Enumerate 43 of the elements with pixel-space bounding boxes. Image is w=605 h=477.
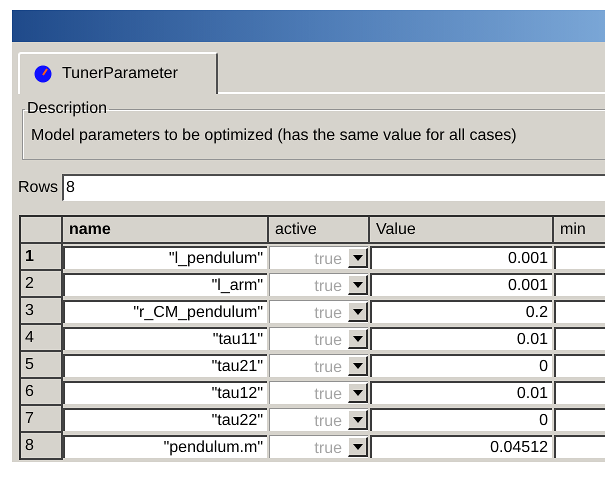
tab[interactable]: TunerParameter	[18, 52, 218, 94]
table-cell[interactable]: "tau12"	[63, 381, 267, 404]
caret-icon	[352, 390, 362, 396]
caret-icon	[352, 444, 362, 450]
rows-field[interactable]: 8	[62, 174, 605, 201]
table-cell[interactable]: 0.01	[370, 327, 552, 350]
column-header[interactable]: min	[554, 217, 605, 244]
table-cell[interactable]: 0.2	[370, 300, 552, 323]
table-cell[interactable]	[554, 327, 605, 350]
table-cell[interactable]: 0	[370, 408, 552, 431]
header-corner	[21, 217, 63, 244]
caret-icon	[352, 282, 362, 288]
group-legend: Description	[25, 100, 110, 118]
caret-icon	[352, 336, 362, 342]
table-cell[interactable]	[554, 246, 605, 269]
column-header[interactable]: name	[63, 217, 269, 244]
rows-label: Rows	[18, 178, 58, 196]
gauge-icon	[34, 65, 52, 83]
table-cell[interactable]	[554, 354, 605, 377]
table-cell[interactable]: 0	[370, 354, 552, 377]
caret-icon	[352, 416, 362, 422]
table-cell[interactable]: 0.01	[370, 381, 552, 404]
table-cell[interactable]	[554, 435, 605, 458]
table-cell[interactable]	[554, 273, 605, 296]
description-text: Model parameters to be optimized (has the same value for all cases)	[31, 127, 517, 144]
table-cell[interactable]: "l_arm"	[63, 273, 267, 296]
table-cell[interactable]	[554, 408, 605, 431]
table-cell[interactable]: "l_pendulum"	[63, 246, 267, 269]
table-cell[interactable]: "r_CM_pendulum"	[63, 300, 267, 323]
table-cell[interactable]: 0.04512	[370, 435, 552, 458]
table-cell[interactable]: 0.001	[370, 273, 552, 296]
caret-icon	[352, 308, 362, 314]
column-header[interactable]: active	[269, 217, 370, 244]
caret-icon	[352, 254, 362, 260]
table-cell[interactable]: "tau22"	[63, 408, 267, 431]
table-cell[interactable]: "pendulum.m"	[63, 435, 267, 458]
caret-icon	[352, 362, 362, 368]
table-cell[interactable]: "tau11"	[63, 327, 267, 350]
table-cell[interactable]	[554, 300, 605, 323]
column-header[interactable]: Value	[370, 217, 554, 244]
table-cell[interactable]: 0.001	[370, 246, 552, 269]
table-cell[interactable]: "tau21"	[63, 354, 267, 377]
table-cell[interactable]	[554, 381, 605, 404]
